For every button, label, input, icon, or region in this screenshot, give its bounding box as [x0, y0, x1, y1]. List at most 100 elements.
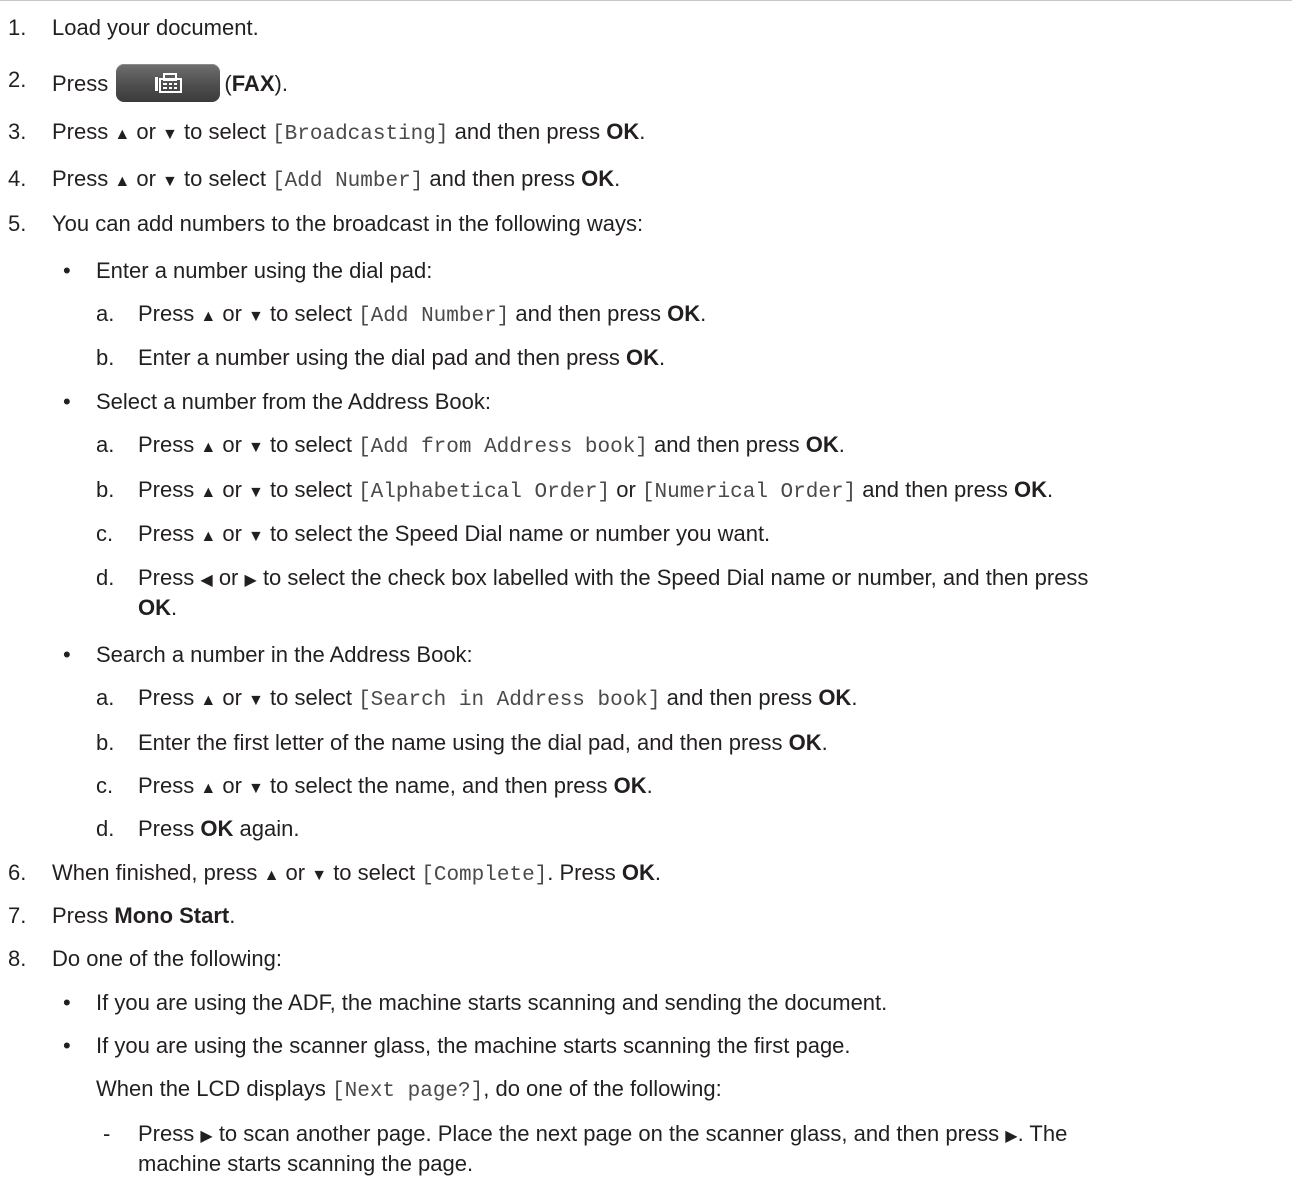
substep-marker: d.	[96, 816, 115, 841]
text: to select	[333, 860, 416, 885]
text: Press	[52, 119, 109, 144]
menu-option: [Add from Address book]	[358, 436, 648, 459]
text: or	[222, 773, 242, 798]
text: , do one of the following:	[483, 1076, 722, 1101]
mono-start-label: Mono Start	[114, 903, 230, 928]
up-arrow-icon: ▲	[200, 439, 217, 456]
left-arrow-icon: ◀	[200, 572, 213, 589]
lcd-instruction: When the LCD displays [Next page?], do o…	[96, 1075, 722, 1106]
text: .	[639, 119, 646, 144]
bullet-text: If you are using the ADF, the machine st…	[96, 990, 888, 1015]
text: or	[136, 166, 156, 191]
step-8-text: Do one of the following:	[52, 946, 282, 971]
text: and then press	[654, 432, 800, 457]
substep-text: Press OK again.	[138, 815, 299, 843]
text: Press	[138, 773, 195, 798]
substep-text: Press ▲ or ▼ to select [Add from Address…	[138, 431, 845, 462]
text: .	[171, 595, 178, 620]
step-number: 4.	[8, 166, 27, 191]
substep-text: Press ▲ or ▼ to select the name, and the…	[138, 772, 653, 803]
step-number: 2.	[8, 67, 27, 92]
text: Press	[52, 166, 109, 191]
menu-option: [Add Number]	[272, 170, 424, 193]
step-number: 8.	[8, 946, 27, 971]
text: to select	[184, 119, 266, 144]
ok-label: OK	[621, 860, 655, 885]
text: or	[285, 860, 306, 885]
text: and then press	[515, 301, 661, 326]
menu-option: [Broadcasting]	[272, 123, 449, 146]
text: .	[646, 773, 653, 798]
step-number: 6.	[8, 860, 27, 885]
text: to scan another page. Place the next pag…	[218, 1121, 1000, 1146]
bullet-text: Select a number from the Address Book:	[96, 389, 491, 414]
up-arrow-icon: ▲	[114, 126, 131, 143]
text: . The	[1017, 1121, 1068, 1146]
text: Press	[52, 903, 109, 928]
step-5-text: You can add numbers to the broadcast in …	[52, 211, 644, 236]
substep-marker: a.	[96, 301, 115, 326]
text: or	[136, 119, 156, 144]
text: .	[229, 903, 236, 928]
step-number: 1.	[8, 15, 27, 40]
down-arrow-icon: ▼	[248, 528, 264, 545]
text: to select the name, and then press	[270, 773, 608, 798]
fax-label: FAX	[231, 70, 275, 96]
top-divider	[0, 0, 1292, 1]
bullet: •	[63, 642, 71, 667]
step-6-text: When finished, press ▲ or ▼ to select [C…	[52, 859, 661, 890]
text: or	[222, 432, 242, 457]
ok-label: OK	[138, 595, 171, 620]
fax-icon	[155, 73, 183, 93]
text: and then press	[429, 166, 575, 191]
down-arrow-icon: ▼	[248, 484, 264, 501]
down-arrow-icon: ▼	[248, 439, 264, 456]
text: (	[224, 70, 232, 96]
bullet-text: Enter a number using the dial pad:	[96, 258, 433, 283]
substep-marker: a.	[96, 685, 115, 710]
bullet: •	[63, 258, 71, 283]
text: Press	[138, 432, 195, 457]
text: .	[851, 685, 858, 710]
substep-text: Press ◀ or ▶ to select the check box lab…	[138, 564, 1088, 595]
substep-marker: c.	[96, 773, 114, 798]
text: .	[838, 432, 845, 457]
text: to select	[184, 166, 266, 191]
right-arrow-icon: ▶	[200, 1128, 213, 1145]
substep-text-continued: OK.	[138, 594, 177, 622]
text: or	[222, 301, 242, 326]
text: .	[1046, 477, 1054, 502]
text: . Press	[547, 860, 616, 885]
ok-label: OK	[626, 345, 659, 370]
text: to select	[270, 432, 352, 457]
step-2-text: Press (FAX).	[52, 64, 288, 104]
substep-text: Press ▲ or ▼ to select the Speed Dial na…	[138, 520, 770, 551]
text: Press	[52, 70, 109, 96]
text: .	[654, 860, 661, 885]
ok-label: OK	[200, 816, 234, 841]
bullet: •	[63, 990, 71, 1015]
step-number: 7.	[8, 903, 27, 928]
ok-label: OK	[788, 730, 822, 755]
right-arrow-icon: ▶	[1005, 1128, 1018, 1145]
text: and then press	[862, 477, 1008, 502]
down-arrow-icon: ▼	[248, 308, 264, 325]
step-7-text: Press Mono Start.	[52, 902, 235, 930]
up-arrow-icon: ▲	[114, 173, 131, 190]
up-arrow-icon: ▲	[200, 692, 217, 709]
down-arrow-icon: ▼	[311, 867, 328, 884]
text: .	[821, 730, 828, 755]
text: or	[222, 477, 242, 502]
substep-marker: d.	[96, 565, 115, 590]
ok-label: OK	[805, 432, 839, 457]
text: or	[222, 521, 242, 546]
substep-marker: a.	[96, 432, 115, 457]
text: to select	[270, 301, 352, 326]
fax-button[interactable]	[116, 64, 221, 102]
menu-option: [Search in Address book]	[358, 689, 661, 712]
lcd-message: [Next page?]	[332, 1080, 484, 1103]
substep-marker: b.	[96, 730, 115, 755]
up-arrow-icon: ▲	[200, 528, 217, 545]
text: .	[700, 301, 707, 326]
text: Press	[138, 477, 195, 502]
